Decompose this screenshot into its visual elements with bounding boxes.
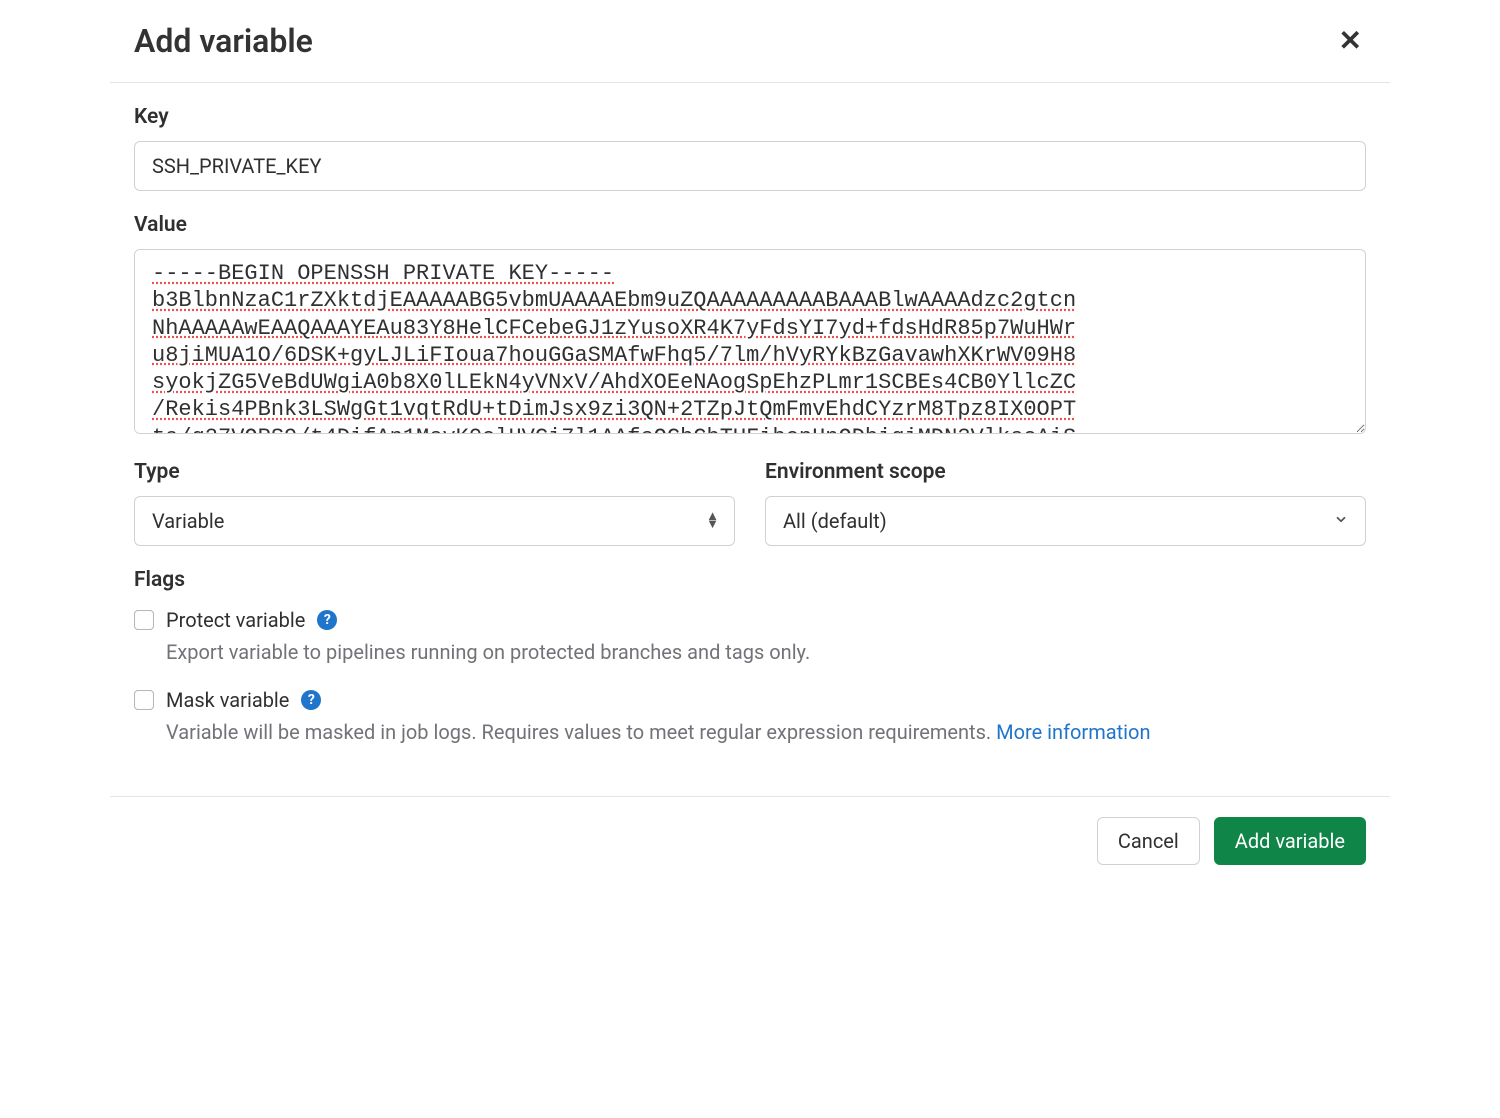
add-variable-button[interactable]: Add variable [1214, 817, 1366, 865]
mask-checkbox[interactable] [134, 690, 154, 710]
close-icon: ✕ [1339, 25, 1362, 56]
scope-select-wrap: All (default) [765, 496, 1366, 546]
type-select[interactable]: Variable [134, 496, 735, 546]
help-icon[interactable]: ? [301, 690, 321, 710]
cancel-button[interactable]: Cancel [1097, 817, 1200, 865]
flags-section: Flags Protect variable ? Export variable… [134, 568, 1366, 746]
modal-footer: Cancel Add variable [110, 796, 1390, 885]
key-input[interactable] [134, 141, 1366, 191]
mask-description: Variable will be masked in job logs. Req… [166, 718, 1366, 746]
type-label: Type [134, 460, 735, 484]
mask-label[interactable]: Mask variable [166, 688, 289, 712]
modal-header: Add variable ✕ [110, 0, 1390, 83]
scope-label: Environment scope [765, 460, 1366, 484]
help-icon[interactable]: ? [317, 610, 337, 630]
mask-description-text: Variable will be masked in job logs. Req… [166, 720, 996, 744]
protect-label[interactable]: Protect variable [166, 608, 305, 632]
type-group: Type Variable ▲▼ [134, 460, 735, 546]
modal-body: Key Value -----BEGIN OPENSSH PRIVATE KEY… [110, 83, 1390, 796]
type-scope-row: Type Variable ▲▼ Environment scope All (… [134, 460, 1366, 546]
protect-checkbox[interactable] [134, 610, 154, 630]
protect-checkbox-line: Protect variable ? [134, 608, 1366, 632]
mask-checkbox-line: Mask variable ? [134, 688, 1366, 712]
add-variable-modal: Add variable ✕ Key Value -----BEGIN OPEN… [110, 0, 1390, 885]
value-group: Value -----BEGIN OPENSSH PRIVATE KEY----… [134, 213, 1366, 438]
key-group: Key [134, 105, 1366, 191]
type-select-wrap: Variable ▲▼ [134, 496, 735, 546]
value-textarea[interactable]: -----BEGIN OPENSSH PRIVATE KEY----- b3Bl… [134, 249, 1366, 434]
scope-select[interactable]: All (default) [765, 496, 1366, 546]
more-information-link[interactable]: More information [996, 720, 1150, 744]
mask-variable-row: Mask variable ? Variable will be masked … [134, 688, 1366, 746]
key-label: Key [134, 105, 1366, 129]
protect-variable-row: Protect variable ? Export variable to pi… [134, 608, 1366, 666]
flags-heading: Flags [134, 568, 1366, 592]
value-label: Value [134, 213, 1366, 237]
scope-group: Environment scope All (default) [765, 460, 1366, 546]
modal-title: Add variable [134, 22, 313, 60]
close-button[interactable]: ✕ [1335, 23, 1366, 59]
protect-description: Export variable to pipelines running on … [166, 638, 1366, 666]
